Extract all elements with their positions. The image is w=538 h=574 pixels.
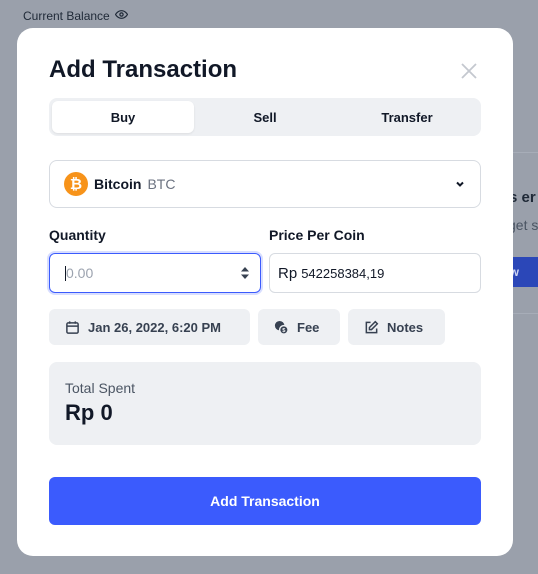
coin-select[interactable]: ₿ Bitcoin BTC <box>49 160 481 208</box>
add-transaction-modal: Add Transaction Buy Sell Transfer ₿ Bitc… <box>17 28 513 556</box>
coin-name: Bitcoin <box>94 176 142 192</box>
add-transaction-button[interactable]: Add Transaction <box>49 477 481 525</box>
tab-buy[interactable]: Buy <box>52 101 194 133</box>
price-per-coin-input[interactable]: Rp 542258384,19 <box>269 253 481 293</box>
total-spent-value: Rp 0 <box>65 400 113 425</box>
date-label: Jan 26, 2022, 6:20 PM <box>88 319 221 335</box>
coin-symbol: BTC <box>147 176 176 192</box>
close-icon <box>461 63 477 79</box>
chevron-down-icon <box>456 181 464 187</box>
transaction-type-tabs: Buy Sell Transfer <box>49 98 481 136</box>
notes-button[interactable]: Notes <box>348 309 445 345</box>
edit-note-icon <box>365 320 379 333</box>
fee-button[interactable]: $ Fee <box>258 309 340 345</box>
tab-transfer[interactable]: Transfer <box>336 101 478 133</box>
total-spent-panel: Total Spent Rp 0 <box>49 362 481 445</box>
date-button[interactable]: Jan 26, 2022, 6:20 PM <box>49 309 250 345</box>
fee-label: Fee <box>297 319 320 335</box>
total-spent-label: Total Spent <box>65 380 136 396</box>
current-balance-label: Current Balance <box>23 8 128 24</box>
notes-label: Notes <box>387 319 424 335</box>
modal-title: Add Transaction <box>49 56 238 83</box>
tab-sell[interactable]: Sell <box>194 101 336 133</box>
quantity-placeholder: 0.00 <box>65 265 240 281</box>
close-button[interactable] <box>459 61 479 81</box>
price-value: 542258384,19 <box>301 265 385 281</box>
bitcoin-icon: ₿ <box>64 172 88 196</box>
coins-fee-icon: $ <box>274 320 289 335</box>
price-per-coin-label: Price Per Coin <box>269 227 365 243</box>
calendar-icon <box>66 320 79 334</box>
quantity-label: Quantity <box>49 227 106 243</box>
price-currency: Rp <box>278 264 298 282</box>
quantity-input[interactable]: 0.00 <box>49 253 261 293</box>
eye-icon[interactable] <box>114 8 128 24</box>
stepper-arrows-icon[interactable] <box>240 266 250 280</box>
